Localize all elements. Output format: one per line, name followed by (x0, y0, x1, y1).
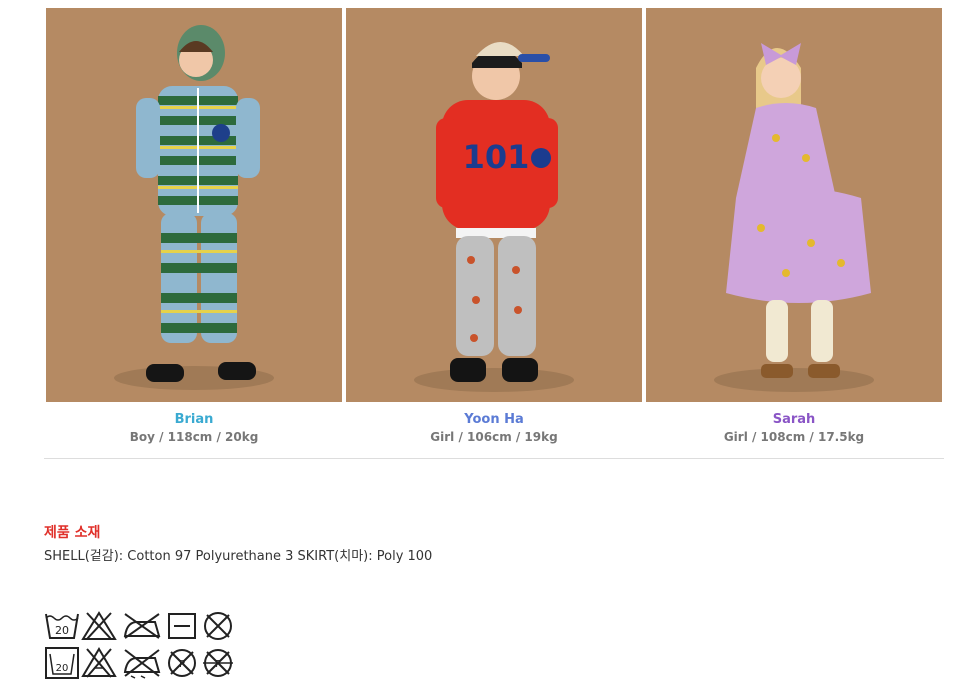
no-tumble-dry-icon (204, 612, 232, 640)
wash-temp-label: 20 (55, 624, 69, 637)
material-title: 제품 소재 (44, 525, 101, 541)
model-name: Yoon Ha (464, 412, 524, 427)
model-size-info: Girl / 106cm / 19kg (430, 430, 558, 444)
care-instructions: 20 20 P F (44, 608, 244, 684)
machine-wash-30-icon: 20 (45, 647, 79, 679)
model-name: Sarah (772, 412, 816, 427)
model-photo-brian (46, 8, 342, 402)
section-divider (44, 458, 944, 459)
wash-30-icon: 20 (45, 613, 79, 639)
model-size-info: Boy / 118cm / 20kg (129, 430, 259, 444)
material-composition: SHELL(겉감): Cotton 97 Polyurethane 3 SKIR… (44, 549, 433, 564)
no-dry-clean-icon: P (168, 649, 196, 677)
machine-wash-temp-label: 20 (56, 663, 69, 674)
model-photo-sarah (646, 8, 942, 402)
iron-low-icon (123, 613, 161, 639)
no-steam-iron-icon (123, 649, 161, 679)
model-name: Brian (174, 412, 214, 427)
no-chlorine-bleach-icon (81, 647, 117, 678)
no-bleach-icon (81, 611, 117, 640)
model-size-info: Girl / 108cm / 17.5kg (723, 430, 865, 444)
model-gallery: Brian Boy / 118cm / 20kg 101 Yoon Ha Gir… (44, 8, 944, 458)
svg-text:101: 101 (463, 138, 530, 176)
no-dry-clean-solvent-icon: F (203, 649, 233, 677)
model-photo-yoon-ha: 101 (346, 8, 642, 402)
dry-flat-icon (168, 613, 196, 639)
